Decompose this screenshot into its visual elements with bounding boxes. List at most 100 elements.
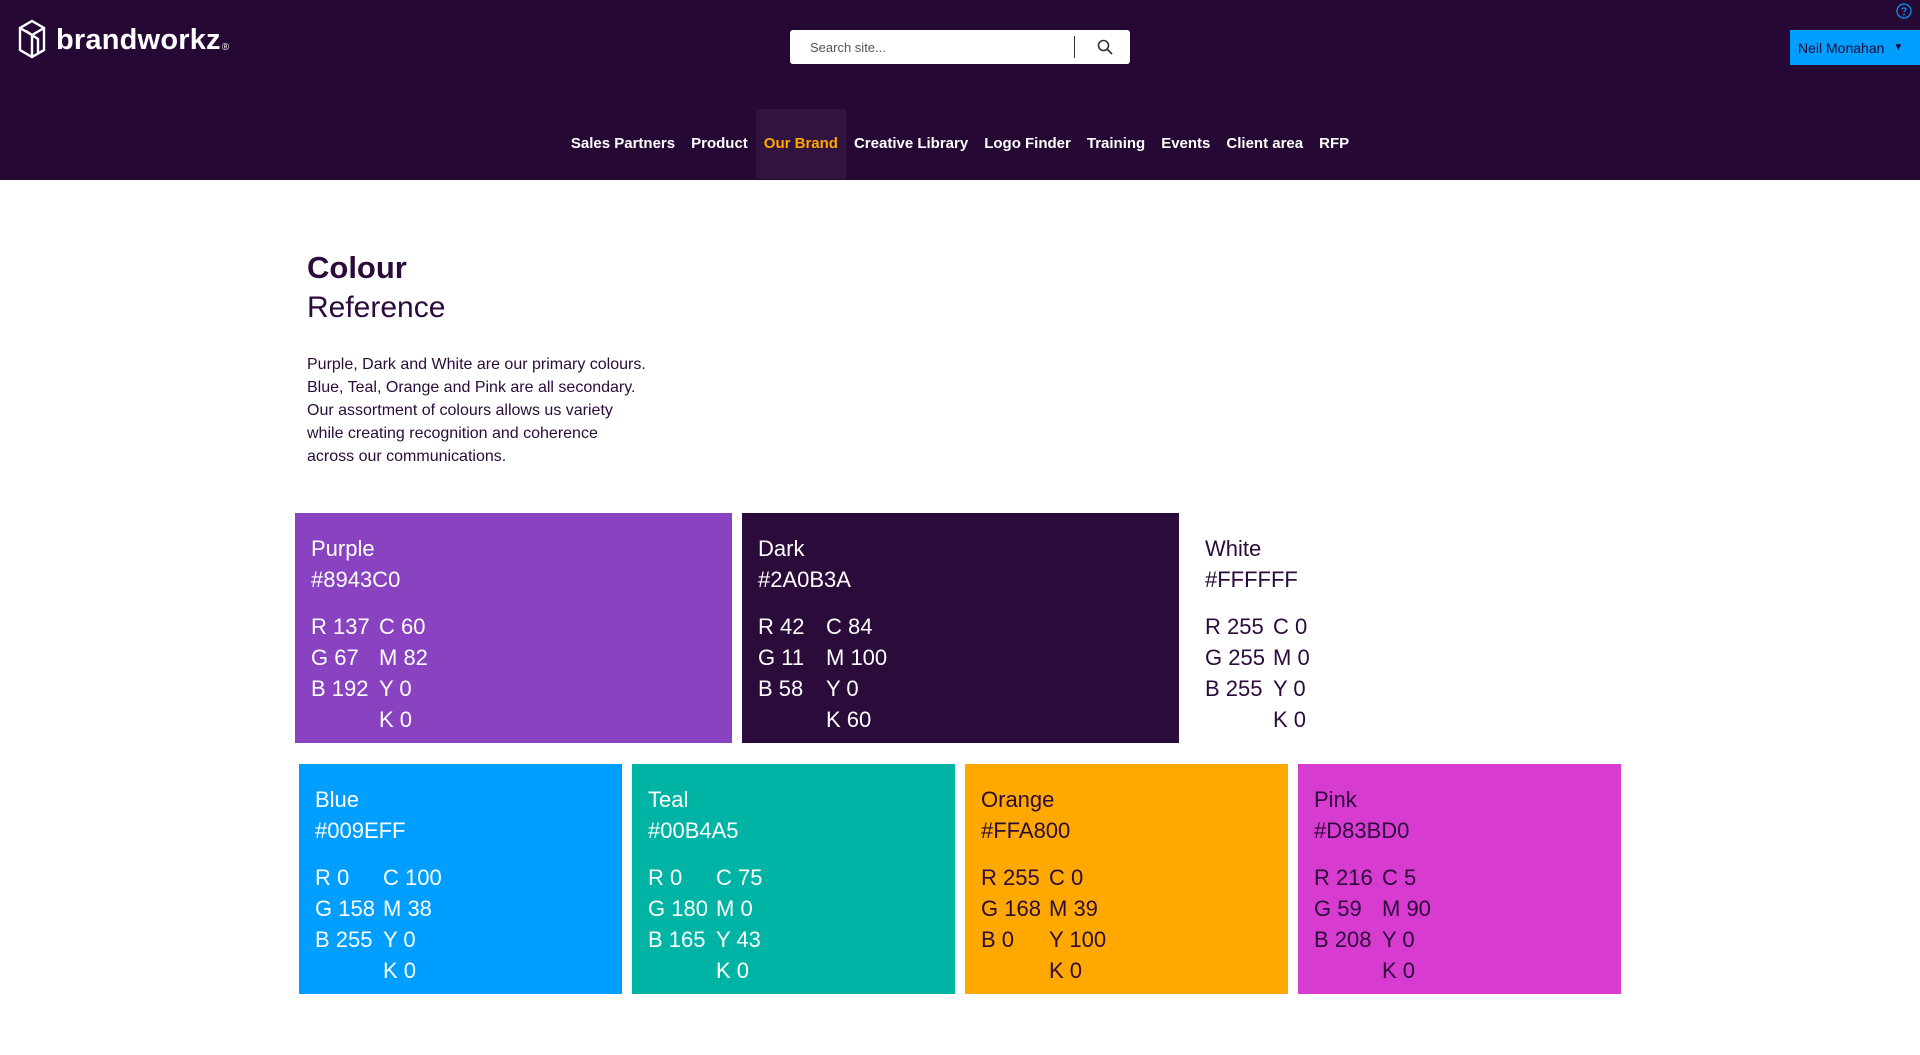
nav-item-creative-library[interactable]: Creative Library: [846, 109, 976, 179]
search-button[interactable]: [1080, 30, 1130, 64]
user-name: Neil Monahan: [1798, 39, 1885, 56]
cmyk-k: K 0: [716, 958, 750, 983]
swatch-name: Blue: [315, 787, 360, 812]
cmyk-y: Y 0: [379, 676, 412, 701]
rgb-b: B 0: [981, 927, 1015, 952]
swatch-values: R 42 G 11 B 58 C 84 M 100 Y 0 K 60: [758, 611, 1163, 735]
swatch-values: R 0 G 158 B 255 C 100 M 38 Y 0 K 0: [315, 862, 606, 986]
search-icon: [1097, 39, 1113, 55]
help-icon[interactable]: [1896, 3, 1912, 19]
nav-item-training[interactable]: Training: [1079, 109, 1153, 179]
intro-line: Purple, Dark and White are our primary c…: [307, 356, 646, 373]
rgb-g: G 180: [648, 896, 708, 921]
cmyk-k: K 0: [1382, 958, 1416, 983]
swatch-name: Orange: [981, 787, 1055, 812]
swatch-hex: #009EFF: [315, 818, 406, 843]
rgb-g: G 158: [315, 896, 375, 921]
swatch-values: R 255 G 168 B 0 C 0 M 39 Y 100 K 0: [981, 862, 1272, 986]
rgb-r: R 255: [981, 865, 1040, 890]
cmyk-values: C 0 M 39 Y 100 K 0: [1049, 862, 1106, 986]
cmyk-k: K 0: [383, 958, 417, 983]
user-menu-button[interactable]: Neil Monahan ▼: [1790, 30, 1920, 65]
cmyk-y: Y 0: [1273, 676, 1306, 701]
search-input[interactable]: [790, 30, 1070, 64]
swatch-blue: Blue #009EFF R 0 G 158 B 255 C 100 M 38 …: [299, 764, 622, 994]
nav-item-product[interactable]: Product: [683, 109, 756, 179]
cmyk-y: Y 0: [383, 927, 416, 952]
rgb-b: B 192: [311, 676, 369, 701]
swatch-white: White #FFFFFF R 255 G 255 B 255 C 0 M 0 …: [1189, 513, 1626, 743]
brandworkz-logo[interactable]: brandworkz ®: [18, 18, 229, 62]
swatch-name: Dark: [758, 536, 805, 561]
rgb-values: R 255 G 168 B 0: [981, 862, 1049, 986]
rgb-values: R 0 G 158 B 255: [315, 862, 383, 986]
intro-line: Blue, Teal, Orange and Pink are all seco…: [307, 379, 636, 396]
cmyk-c: C 0: [1273, 614, 1308, 639]
swatch-name: Pink: [1314, 787, 1357, 812]
rgb-values: R 42 G 11 B 58: [758, 611, 826, 735]
rgb-r: R 42: [758, 614, 805, 639]
cmyk-y: Y 0: [1382, 927, 1415, 952]
search-divider: [1074, 36, 1075, 58]
nav-item-client-area[interactable]: Client area: [1218, 109, 1311, 179]
nav-item-our-brand[interactable]: Our Brand: [755, 109, 846, 179]
page-title: Colour: [307, 250, 407, 285]
nav-item-sales-partners[interactable]: Sales Partners: [563, 109, 683, 179]
swatch-name: Teal: [648, 787, 689, 812]
nav-item-events[interactable]: Events: [1153, 109, 1218, 179]
cmyk-m: M 0: [716, 896, 753, 921]
cmyk-y: Y 0: [826, 676, 859, 701]
rgb-g: G 168: [981, 896, 1041, 921]
cmyk-y: Y 43: [716, 927, 761, 952]
rgb-g: G 67: [311, 645, 359, 670]
cmyk-c: C 100: [383, 865, 442, 890]
cmyk-m: M 39: [1049, 896, 1098, 921]
cmyk-k: K 60: [826, 707, 872, 732]
nav-item-logo-finder[interactable]: Logo Finder: [976, 109, 1079, 179]
rgb-values: R 255 G 255 B 255: [1205, 611, 1273, 735]
intro-line: Our assortment of colours allows us vari…: [307, 402, 613, 419]
swatch-teal: Teal #00B4A5 R 0 G 180 B 165 C 75 M 0 Y …: [632, 764, 955, 994]
cmyk-k: K 0: [1273, 707, 1307, 732]
cmyk-c: C 5: [1382, 865, 1417, 890]
rgb-b: B 208: [1314, 927, 1372, 952]
swatch-pink: Pink #D83BD0 R 216 G 59 B 208 C 5 M 90 Y…: [1298, 764, 1621, 994]
logo-text: brandworkz: [56, 23, 221, 56]
rgb-b: B 58: [758, 676, 804, 701]
swatch-hex: #8943C0: [311, 567, 401, 592]
cmyk-m: M 0: [1273, 645, 1310, 670]
rgb-g: G 255: [1205, 645, 1265, 670]
swatch-hex: #FFA800: [981, 818, 1071, 843]
cmyk-m: M 90: [1382, 896, 1431, 921]
swatch-purple: Purple #8943C0 R 137 G 67 B 192 C 60 M 8…: [295, 513, 732, 743]
cmyk-k: K 0: [379, 707, 413, 732]
rgb-b: B 165: [648, 927, 706, 952]
intro-line: while creating recognition and coherence: [307, 425, 598, 442]
intro-line: across our communications.: [307, 448, 507, 465]
site-header: brandworkz ® Neil Monahan ▼ Sales Partne…: [0, 0, 1920, 180]
swatch-name: White: [1205, 536, 1262, 561]
cmyk-values: C 60 M 82 Y 0 K 0: [379, 611, 428, 735]
registered-mark: ®: [221, 41, 230, 53]
cmyk-values: C 84 M 100 Y 0 K 60: [826, 611, 887, 735]
rgb-g: G 11: [758, 645, 805, 670]
page-subtitle: Reference: [307, 291, 446, 324]
swatch-orange: Orange #FFA800 R 255 G 168 B 0 C 0 M 39 …: [965, 764, 1288, 994]
swatch-hex: #FFFFFF: [1205, 567, 1298, 592]
cmyk-m: M 82: [379, 645, 428, 670]
site-search: [790, 30, 1130, 64]
chevron-down-icon: ▼: [1893, 42, 1904, 53]
rgb-values: R 0 G 180 B 165: [648, 862, 716, 986]
cmyk-c: C 60: [379, 614, 426, 639]
nav-item-rfp[interactable]: RFP: [1311, 109, 1357, 179]
swatch-name: Purple: [311, 536, 375, 561]
rgb-r: R 0: [315, 865, 350, 890]
cmyk-values: C 0 M 0 Y 0 K 0: [1273, 611, 1310, 735]
swatch-values: R 0 G 180 B 165 C 75 M 0 Y 43 K 0: [648, 862, 939, 986]
rgb-values: R 137 G 67 B 192: [311, 611, 379, 735]
rgb-r: R 216: [1314, 865, 1373, 890]
cmyk-m: M 38: [383, 896, 432, 921]
intro-text: Purple, Dark and White are our primary c…: [307, 353, 687, 468]
swatch-hex: #D83BD0: [1314, 818, 1410, 843]
rgb-b: B 255: [1205, 676, 1263, 701]
